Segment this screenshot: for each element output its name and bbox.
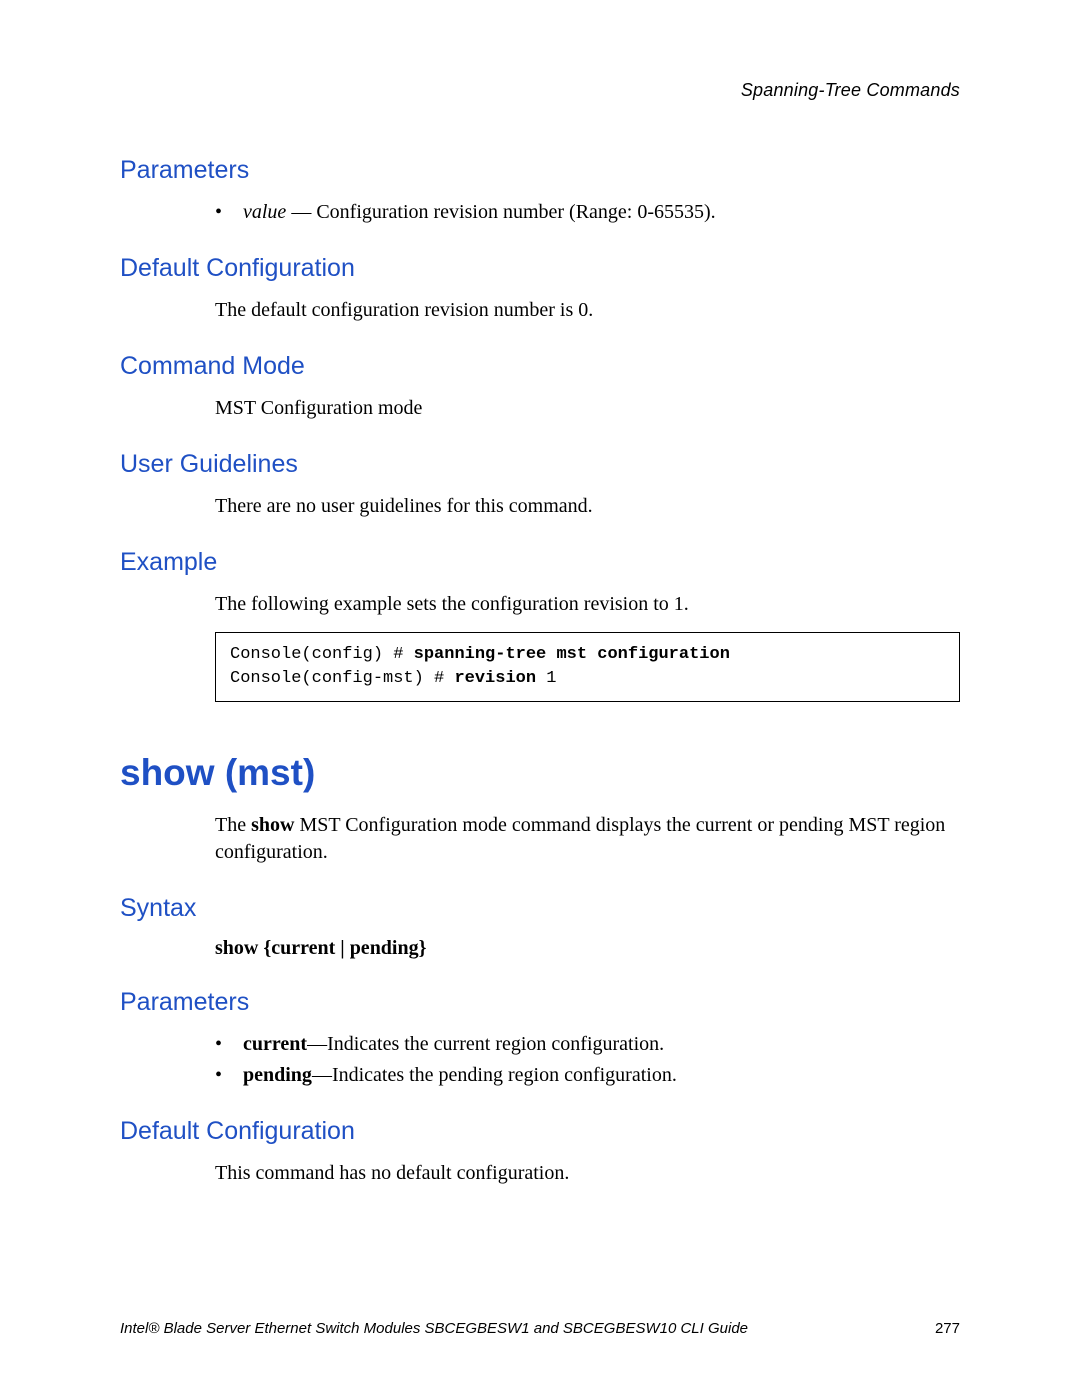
code-block: Console(config) # spanning-tree mst conf…	[215, 632, 960, 702]
example-body: The following example sets the configura…	[215, 591, 960, 618]
code-cmd-1: spanning-tree mst configuration	[414, 645, 730, 664]
page: Spanning-Tree Commands Parameters • valu…	[0, 0, 1080, 1397]
heading-default-config-2: Default Configuration	[120, 1117, 960, 1146]
list-item-text: current—Indicates the current region con…	[243, 1031, 664, 1058]
userguide-body: There are no user guidelines for this co…	[215, 493, 960, 520]
showmst-intro: The show MST Configuration mode command …	[215, 812, 960, 866]
parameters2-list: • current—Indicates the current region c…	[215, 1031, 960, 1089]
list-item: • pending—Indicates the pending region c…	[215, 1062, 960, 1089]
heading-parameters-2: Parameters	[120, 988, 960, 1017]
heading-command-mode: Command Mode	[120, 352, 960, 381]
list-item: • current—Indicates the current region c…	[215, 1031, 960, 1058]
bullet-icon: •	[215, 199, 243, 226]
list-item-text: pending—Indicates the pending region con…	[243, 1062, 677, 1089]
syntax-line: show {current | pending}	[215, 937, 960, 960]
heading-example: Example	[120, 548, 960, 577]
list-item: • value — Configuration revision number …	[215, 199, 960, 226]
heading-syntax: Syntax	[120, 894, 960, 923]
intro-pre: The	[215, 814, 251, 836]
param-name: value	[243, 201, 286, 223]
param-desc: — Configuration revision number (Range: …	[286, 201, 715, 223]
code-prompt-2: Console(config-mst) #	[230, 669, 454, 688]
param-name: pending	[243, 1064, 312, 1086]
parameters1-list: • value — Configuration revision number …	[215, 199, 960, 226]
bullet-icon: •	[215, 1062, 243, 1089]
param-desc: —Indicates the pending region configurat…	[312, 1064, 677, 1086]
bullet-icon: •	[215, 1031, 243, 1058]
intro-post: MST Configuration mode command displays …	[215, 814, 945, 863]
page-number: 277	[935, 1320, 960, 1337]
code-arg-2: 1	[546, 669, 556, 688]
cmdmode-body: MST Configuration mode	[215, 395, 960, 422]
default1-body: The default configuration revision numbe…	[215, 297, 960, 324]
heading-parameters-1: Parameters	[120, 156, 960, 185]
code-prompt-1: Console(config) #	[230, 645, 414, 664]
page-footer: Intel® Blade Server Ethernet Switch Modu…	[120, 1320, 960, 1337]
heading-user-guidelines: User Guidelines	[120, 450, 960, 479]
footer-text: Intel® Blade Server Ethernet Switch Modu…	[120, 1320, 748, 1337]
list-item-text: value — Configuration revision number (R…	[243, 199, 716, 226]
heading-default-config-1: Default Configuration	[120, 254, 960, 283]
code-cmd-2: revision	[454, 669, 546, 688]
param-desc: —Indicates the current region configurat…	[307, 1033, 664, 1055]
command-title-show-mst: show (mst)	[120, 752, 960, 794]
default2-body: This command has no default configuratio…	[215, 1160, 960, 1187]
page-header: Spanning-Tree Commands	[120, 80, 960, 101]
param-name: current	[243, 1033, 307, 1055]
intro-strong: show	[251, 814, 294, 836]
